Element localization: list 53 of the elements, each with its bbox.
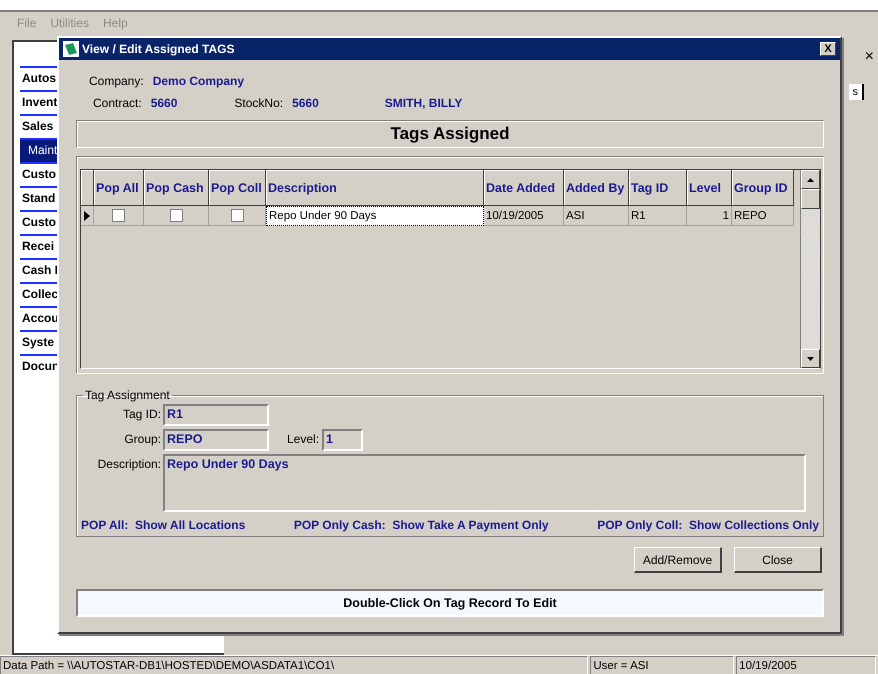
checkbox[interactable] <box>230 209 244 222</box>
close-icon[interactable]: × <box>864 48 874 66</box>
column-header[interactable]: Added By <box>564 170 629 206</box>
table-cell: 1 <box>687 206 732 226</box>
legend-note: POP Only Cash: Show Take A Payment Only <box>294 518 549 532</box>
stock-value: 5660 <box>292 96 319 110</box>
checkbox[interactable] <box>112 209 125 222</box>
tag-icon <box>63 41 79 57</box>
stock-label: StockNo: <box>234 96 284 110</box>
scrollbar[interactable] <box>800 170 820 368</box>
table-cell: Repo Under 90 Days <box>266 206 484 226</box>
column-header[interactable]: Date Added <box>484 170 564 206</box>
status-date: 10/19/2005 <box>736 656 876 674</box>
close-button[interactable]: X <box>820 42 836 56</box>
status-user: User = ASI <box>590 656 734 674</box>
customer-name: SMITH, BILLY <box>384 96 462 110</box>
column-header[interactable]: Pop All <box>94 170 144 206</box>
column-header[interactable]: Level <box>687 170 732 206</box>
legend-note: POP All: Show All Locations <box>81 518 246 532</box>
field-label: Group: <box>123 431 162 446</box>
contract-value: 5660 <box>150 96 178 110</box>
tab[interactable]: s <box>848 84 864 100</box>
table-cell: 10/19/2005 <box>484 206 564 226</box>
hint-bar: Double-Click On Tag Record To Edit <box>76 589 824 617</box>
window-title: View / Edit Assigned TAGS <box>82 42 236 56</box>
description-field[interactable]: Repo Under 90 Days <box>163 454 806 512</box>
legend-note: POP Only Coll: Show Collections Only <box>597 518 819 532</box>
company-value: Demo Company <box>152 74 244 88</box>
column-header[interactable]: Group ID <box>732 170 794 206</box>
add-remove-button[interactable]: Add/Remove <box>634 547 722 573</box>
field-label: Tag ID: <box>122 406 162 421</box>
close-button[interactable]: Close <box>734 547 822 573</box>
column-header[interactable]: Pop Cash <box>144 170 209 206</box>
table-cell: R1 <box>629 206 687 226</box>
level-field[interactable]: 1 <box>322 429 364 451</box>
column-header[interactable]: Description <box>266 170 484 206</box>
group-legend: Tag Assignment <box>83 388 172 402</box>
field-label: Level: <box>287 431 320 446</box>
field-label: Description: <box>96 456 162 471</box>
column-header[interactable]: Pop Coll <box>209 170 266 206</box>
scroll-thumb[interactable] <box>801 189 820 209</box>
section-title: Tags Assigned <box>390 124 510 144</box>
group-field[interactable]: REPO <box>163 429 269 451</box>
column-header[interactable]: Tag ID <box>629 170 687 206</box>
table-cell: REPO <box>732 206 794 226</box>
company-label: Company: <box>89 74 144 88</box>
tag-id-field[interactable]: R1 <box>163 404 269 426</box>
table-cell: ASI <box>564 206 629 226</box>
checkbox[interactable] <box>170 209 182 222</box>
up-arrow-icon[interactable] <box>807 178 814 182</box>
down-arrow-icon[interactable] <box>807 356 814 360</box>
contract-label: Contract: <box>93 96 142 110</box>
status-path: Data Path = \\AUTOSTAR-DB1\HOSTED\DEMO\ASDATA1\CO1\ <box>0 656 588 674</box>
